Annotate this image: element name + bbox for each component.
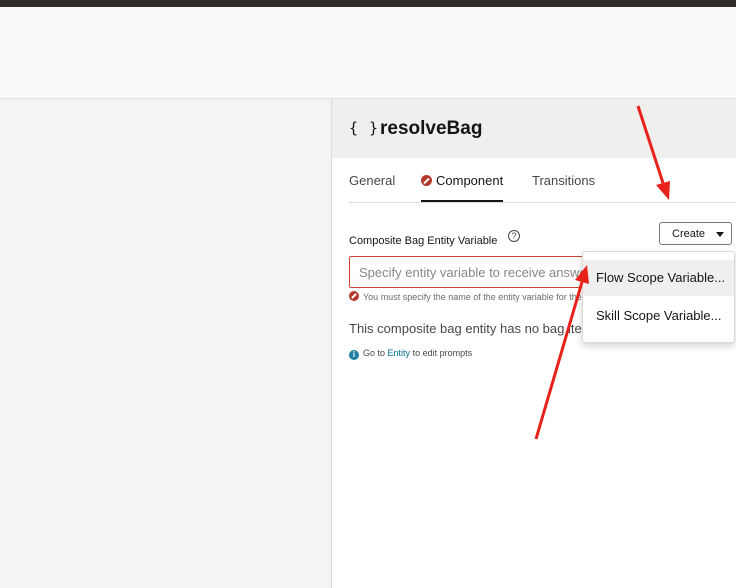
create-dropdown-menu: Flow Scope Variable... Skill Scope Varia… [582,251,735,343]
properties-panel: { } resolveBag General Component Transit… [331,99,736,588]
canvas-area [0,99,331,588]
braces-icon: { } [349,119,380,137]
caret-down-icon [716,232,724,237]
input-placeholder: Specify entity variable to receive answe… [359,265,591,280]
create-button[interactable]: Create [659,222,732,245]
header-area [0,7,736,99]
tab-transitions[interactable]: Transitions [532,172,595,200]
entity-variable-input[interactable]: Specify entity variable to receive answe… [349,256,609,288]
no-bag-items-text: This composite bag entity has no bag ite… [349,321,589,336]
menu-item-flow-scope-variable[interactable]: Flow Scope Variable... [583,260,734,296]
panel-title: resolveBag [380,118,483,139]
error-icon [421,175,432,186]
goto-entity-hint: i Go to Entity to edit prompts [349,348,472,360]
help-icon[interactable]: ? [508,230,520,242]
top-bar [0,0,736,7]
goto-suffix: to edit prompts [412,348,473,358]
validation-error: You must specify the name of the entity … [349,291,589,302]
goto-prefix: Go to [363,348,386,358]
tab-component[interactable]: Component [421,172,504,202]
tab-transitions-label: Transitions [532,173,596,188]
error-message-text: You must specify the name of the entity … [363,292,589,302]
tab-general[interactable]: General [349,172,395,200]
create-button-label: Create [672,228,706,240]
menu-item-skill-scope-variable[interactable]: Skill Scope Variable... [583,298,734,334]
entity-link[interactable]: Entity [388,348,411,358]
panel-header: { } resolveBag [332,99,736,158]
error-icon [349,291,359,301]
info-icon: i [349,350,359,360]
tab-component-label: Component [436,173,504,188]
tab-general-label: General [349,173,396,188]
tab-bar: General Component Transitions [349,172,736,203]
field-label: Composite Bag Entity Variable [349,235,498,247]
